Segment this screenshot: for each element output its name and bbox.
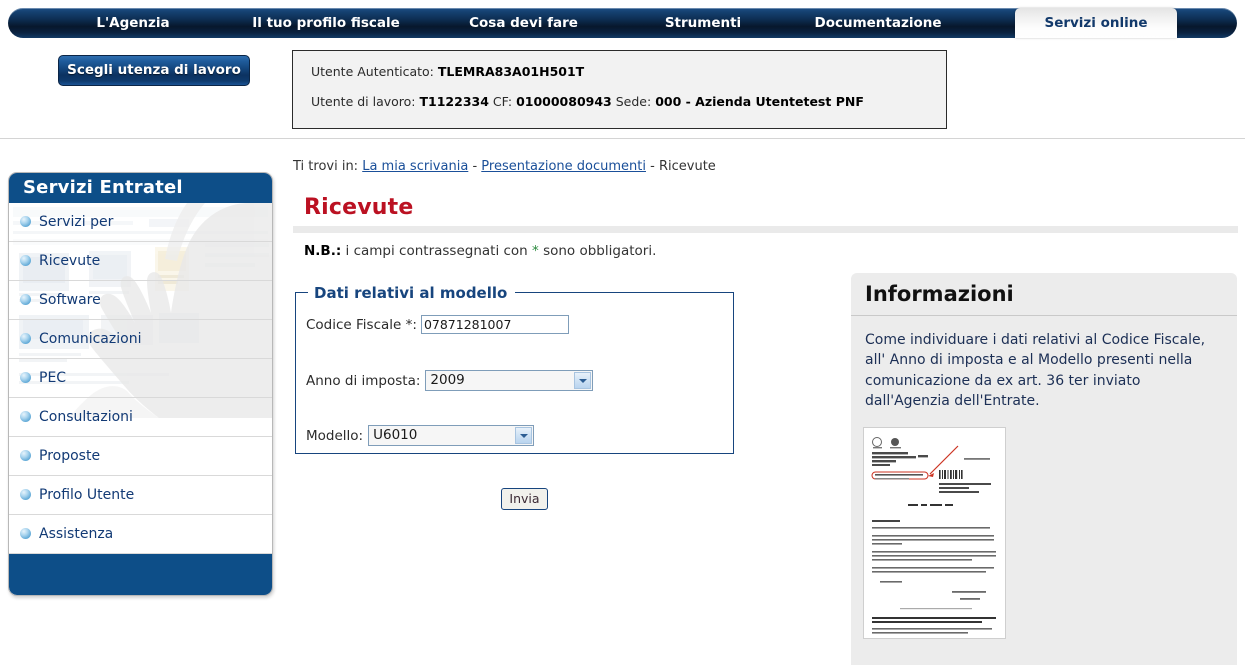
sidebar-item-proposte[interactable]: Proposte	[9, 437, 272, 476]
work-user-value: T1122334	[419, 94, 489, 109]
work-user-line: Utente di lavoro: T1122334 CF: 010000809…	[311, 94, 946, 109]
chevron-down-icon[interactable]	[574, 372, 592, 389]
sidebar-title: Servizi Entratel	[9, 173, 272, 203]
breadcrumb-prefix: Ti trovi in:	[293, 159, 359, 174]
codice-fiscale-label: Codice Fiscale *:	[306, 316, 417, 333]
bullet-icon	[20, 528, 31, 539]
sede-label: Sede:	[615, 94, 652, 109]
sidebar-item-assistenza[interactable]: Assistenza	[9, 515, 272, 554]
anno-imposta-row: Anno di imposta: 2009	[306, 370, 594, 391]
note-asterisk: *	[532, 243, 539, 259]
anno-imposta-selected-value: 2009	[430, 372, 465, 388]
authenticated-user-box: Utente Autenticato: TLEMRA83A01H501T Ute…	[292, 50, 947, 129]
nav-tab-strumenti[interactable]: Strumenti	[628, 8, 778, 38]
nav-tab-servizi-online[interactable]: Servizi online	[1015, 8, 1177, 38]
sidebar-body: Servizi per Ricevute Software Comunicazioni…	[9, 203, 272, 592]
header-divider	[0, 138, 1245, 139]
bullet-icon	[20, 411, 31, 422]
top-navigation-bar: L'Agenzia Il tuo profilo fiscale Cosa devi…	[0, 8, 1245, 38]
nav-tab-documentazione[interactable]: Documentazione	[788, 8, 968, 38]
top-navigation-pill: L'Agenzia Il tuo profilo fiscale Cosa devi…	[8, 8, 1237, 38]
modello-selected-value: U6010	[373, 427, 418, 443]
bullet-icon	[20, 450, 31, 461]
top-navigation-items: L'Agenzia Il tuo profilo fiscale Cosa devi…	[8, 8, 1237, 38]
informazioni-text: Come individuare i dati relativi al Codi…	[865, 332, 1206, 409]
breadcrumb-link-presentazione[interactable]: Presentazione documenti	[481, 159, 646, 174]
page-title: Ricevute	[304, 195, 414, 220]
sidebar-item-label: Software	[39, 292, 101, 308]
sidebar-item-label: Ricevute	[39, 253, 101, 269]
sidebar-item-profilo-utente[interactable]: Profilo Utente	[9, 476, 272, 515]
bullet-icon	[20, 333, 31, 344]
anno-imposta-select[interactable]: 2009	[425, 370, 594, 391]
note-bold-prefix: N.B.:	[304, 243, 342, 259]
sidebar-item-software[interactable]: Software	[9, 281, 272, 320]
nav-tab-l-agenzia[interactable]: L'Agenzia	[48, 8, 218, 38]
sidebar-item-consultazioni[interactable]: Consultazioni	[9, 398, 272, 437]
bullet-icon	[20, 255, 31, 266]
sidebar-item-label: Comunicazioni	[39, 331, 142, 347]
informazioni-body: Come individuare i dati relativi al Codi…	[851, 316, 1237, 411]
breadcrumb-separator-1: -	[472, 159, 478, 174]
authenticated-user-line: Utente Autenticato: TLEMRA83A01H501T	[311, 64, 946, 79]
document-example-thumbnail[interactable]	[863, 427, 1006, 639]
sidebar-item-label: Proposte	[39, 448, 101, 464]
note-part-2: sono obbligatori.	[538, 243, 657, 259]
authenticated-user-value: TLEMRA83A01H501T	[437, 64, 585, 79]
sidebar-item-servizi-per[interactable]: Servizi per	[9, 203, 272, 242]
codice-fiscale-row: Codice Fiscale *:	[306, 315, 569, 334]
nav-tab-cosa-devi-fare[interactable]: Cosa devi fare	[436, 8, 611, 38]
sidebar: Servizi Entratel Servizi per Ricevute So…	[8, 172, 273, 596]
sede-value: 000 - Azienda Utentetest PNF	[655, 94, 864, 109]
modello-label: Modello:	[306, 427, 364, 444]
sidebar-item-ricevute[interactable]: Ricevute	[9, 242, 272, 281]
anno-imposta-label: Anno di imposta:	[306, 372, 421, 389]
invia-submit-button[interactable]: Invia	[501, 488, 548, 510]
title-divider	[293, 226, 1238, 233]
sidebar-item-pec[interactable]: PEC	[9, 359, 272, 398]
bullet-icon	[20, 489, 31, 500]
sidebar-item-label: PEC	[39, 370, 67, 386]
breadcrumb-link-scrivania[interactable]: La mia scrivania	[362, 159, 468, 174]
sidebar-footer	[9, 553, 272, 595]
bullet-icon	[20, 216, 31, 227]
sidebar-menu: Servizi per Ricevute Software Comunicazioni…	[9, 203, 272, 554]
bullet-icon	[20, 294, 31, 305]
cf-label: CF:	[492, 94, 513, 109]
note-part-1: i campi contrassegnati con	[341, 243, 533, 259]
modello-fieldset-legend: Dati relativi al modello	[308, 284, 516, 302]
modello-select[interactable]: U6010	[368, 425, 535, 446]
required-fields-note: N.B.: i campi contrassegnati con * sono …	[304, 243, 656, 259]
chevron-down-icon[interactable]	[515, 427, 533, 444]
authenticated-user-label: Utente Autenticato:	[311, 64, 434, 79]
breadcrumb-current: Ricevute	[658, 159, 716, 174]
nav-tab-il-tuo-profilo-fiscale[interactable]: Il tuo profilo fiscale	[226, 8, 426, 38]
sidebar-item-label: Assistenza	[39, 526, 114, 542]
codice-fiscale-input[interactable]	[420, 315, 569, 334]
breadcrumb: Ti trovi in: La mia scrivania - Presenta…	[293, 159, 716, 174]
bullet-icon	[20, 372, 31, 383]
sidebar-item-label: Profilo Utente	[39, 487, 135, 503]
modello-row: Modello: U6010	[306, 425, 535, 446]
informazioni-title: Informazioni	[851, 273, 1237, 316]
sidebar-item-comunicazioni[interactable]: Comunicazioni	[9, 320, 272, 359]
work-user-label: Utente di lavoro:	[311, 94, 416, 109]
scegli-utenza-di-lavoro-button[interactable]: Scegli utenza di lavoro	[58, 55, 250, 86]
cf-value: 01000080943	[516, 94, 612, 109]
sidebar-item-label: Servizi per	[39, 214, 114, 230]
sidebar-item-label: Consultazioni	[39, 409, 133, 425]
breadcrumb-separator-2: -	[650, 159, 655, 174]
